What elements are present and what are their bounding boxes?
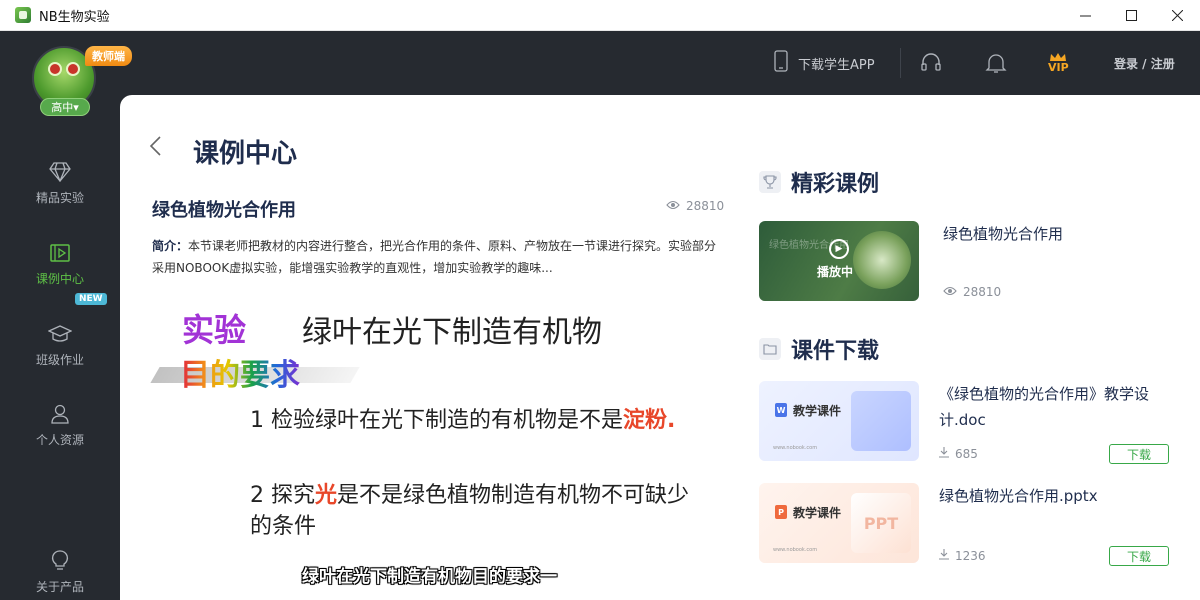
maximize-icon[interactable] <box>1108 0 1154 31</box>
lightbulb-icon <box>47 548 73 574</box>
slide-point-2: 2 探究光是不是绿色植物制造有机物不可缺少的条件 <box>250 480 700 542</box>
card-label: 教学课件 <box>793 404 842 418</box>
app-logo-icon <box>15 7 31 23</box>
back-arrow-icon[interactable] <box>148 135 162 163</box>
download-icon <box>939 447 949 461</box>
play-square-icon <box>47 240 73 266</box>
featured-section-header: 精彩课例 <box>759 166 879 198</box>
bell-icon[interactable] <box>985 31 1007 95</box>
minimize-icon[interactable] <box>1062 0 1108 31</box>
video-caption: 绿叶在光下制造有机物目的要求一 <box>302 567 557 587</box>
download-app-button[interactable]: 下载学生APP <box>774 31 875 95</box>
document-illustration-icon <box>851 391 911 451</box>
downloads-section-header: 课件下载 <box>759 333 879 365</box>
sidebar-item-label: 关于产品 <box>35 580 84 594</box>
download-button[interactable]: 下载 <box>1109 444 1169 464</box>
file-thumbnail[interactable]: P 教学课件 www.nobook.com PPT <box>759 483 919 563</box>
slide-point-2-text: 2 探究 <box>250 483 315 508</box>
folder-icon <box>759 338 781 360</box>
featured-video-thumbnail[interactable]: 绿色植物光合作用 ▶ 播放中 <box>759 221 919 301</box>
featured-video-views: 28810 <box>943 285 1001 299</box>
download-count-value: 685 <box>955 447 978 461</box>
download-count: 685 <box>939 447 978 461</box>
file-thumbnail[interactable]: W 教学课件 www.nobook.com <box>759 381 919 461</box>
description-label: 简介： <box>152 239 189 253</box>
card-site: www.nobook.com <box>773 445 818 451</box>
window-title: NB生物实验 <box>39 9 110 25</box>
file-name[interactable]: 《绿色植物的光合作用》教学设计.doc <box>939 381 1174 433</box>
close-icon[interactable] <box>1154 0 1200 31</box>
slide-heading-rest: 绿叶在光下制造有机物 <box>302 315 602 350</box>
trophy-icon <box>759 171 781 193</box>
vip-button[interactable]: VIP <box>1048 31 1069 95</box>
page-title: 课例中心 <box>193 139 298 169</box>
leaf-image <box>853 231 911 289</box>
vip-label: VIP <box>1048 61 1069 74</box>
sidebar-item-resources[interactable]: 个人资源 <box>0 401 120 448</box>
slide-point-2-highlight: 光 <box>315 483 338 508</box>
description-text: 本节课老师把教材的内容进行整合，把光合作用的条件、原料、产物放在一节课进行探究。… <box>152 239 717 275</box>
login-register-link[interactable]: 登录 / 注册 <box>1114 31 1175 95</box>
sidebar-item-label: 课例中心 <box>35 272 84 286</box>
playing-label: 播放中 <box>817 265 854 279</box>
lesson-title: 绿色植物光合作用 <box>152 200 296 221</box>
slide-point-1-text: 1 检验绿叶在光下制造的有机物是不是 <box>250 408 623 433</box>
grade-selector[interactable]: 高中▾ <box>40 98 90 116</box>
lesson-description: 简介：本节课老师把教材的内容进行整合，把光合作用的条件、原料、产物放在一节课进行… <box>152 235 722 279</box>
featured-video-title[interactable]: 绿色植物光合作用 <box>943 221 1063 247</box>
ppt-illustration-icon: PPT <box>851 493 911 553</box>
window-controls <box>1062 0 1200 31</box>
sidebar-item-homework[interactable]: NEW 班级作业 <box>0 293 120 368</box>
play-icon: ▶ <box>829 239 849 259</box>
ppt-doc-icon: P <box>775 505 787 519</box>
sidebar-item-lessons[interactable]: 课例中心 <box>0 240 120 287</box>
diamond-icon <box>47 159 73 185</box>
word-doc-icon: W <box>775 403 787 417</box>
sidebar-item-label: 班级作业 <box>35 353 84 367</box>
featured-title: 精彩课例 <box>791 172 880 197</box>
view-count-value: 28810 <box>686 199 725 213</box>
featured-views-value: 28810 <box>963 285 1002 299</box>
sidebar-item-experiments[interactable]: 精品实验 <box>0 159 120 206</box>
eye-icon <box>666 199 680 213</box>
phone-icon <box>774 50 788 76</box>
eye-icon <box>943 285 957 299</box>
downloads-title: 课件下载 <box>791 339 880 364</box>
download-app-label: 下载学生APP <box>798 57 875 73</box>
video-player[interactable]: 实验 绿叶在光下制造有机物 目的要求 1 检验绿叶在光下制造的有机物是不是淀粉.… <box>150 295 722 600</box>
card-label: 教学课件 <box>793 506 842 520</box>
slide-point-1-highlight: 淀粉. <box>623 408 676 433</box>
frog-eye-icon <box>48 62 62 76</box>
main-panel: 课例中心 绿色植物光合作用 28810 简介：本节课老师把教材的内容进行整合，把… <box>120 95 1200 600</box>
download-count-value: 1236 <box>955 549 986 563</box>
person-icon <box>47 401 73 427</box>
file-name[interactable]: 绿色植物光合作用.pptx <box>939 483 1174 509</box>
slide-subheading: 目的要求 <box>180 350 300 394</box>
headset-icon[interactable] <box>920 31 942 95</box>
slide-heading: 实验 <box>182 311 247 349</box>
sidebar-item-label: 个人资源 <box>35 433 84 447</box>
new-badge: NEW <box>75 293 107 305</box>
card-site: www.nobook.com <box>773 547 818 553</box>
download-count: 1236 <box>939 549 986 563</box>
title-bar: NB生物实验 <box>0 0 1200 31</box>
download-icon <box>939 549 949 563</box>
graduation-cap-icon <box>47 321 73 347</box>
frog-eye-icon <box>66 62 80 76</box>
sidebar-item-about[interactable]: 关于产品 <box>0 548 120 595</box>
view-count: 28810 <box>666 199 724 213</box>
header-divider <box>900 48 901 78</box>
slide-point-1: 1 检验绿叶在光下制造的有机物是不是淀粉. <box>250 405 700 436</box>
download-button[interactable]: 下载 <box>1109 546 1169 566</box>
role-badge: 教师端 <box>85 46 132 66</box>
sidebar-item-label: 精品实验 <box>35 191 84 205</box>
